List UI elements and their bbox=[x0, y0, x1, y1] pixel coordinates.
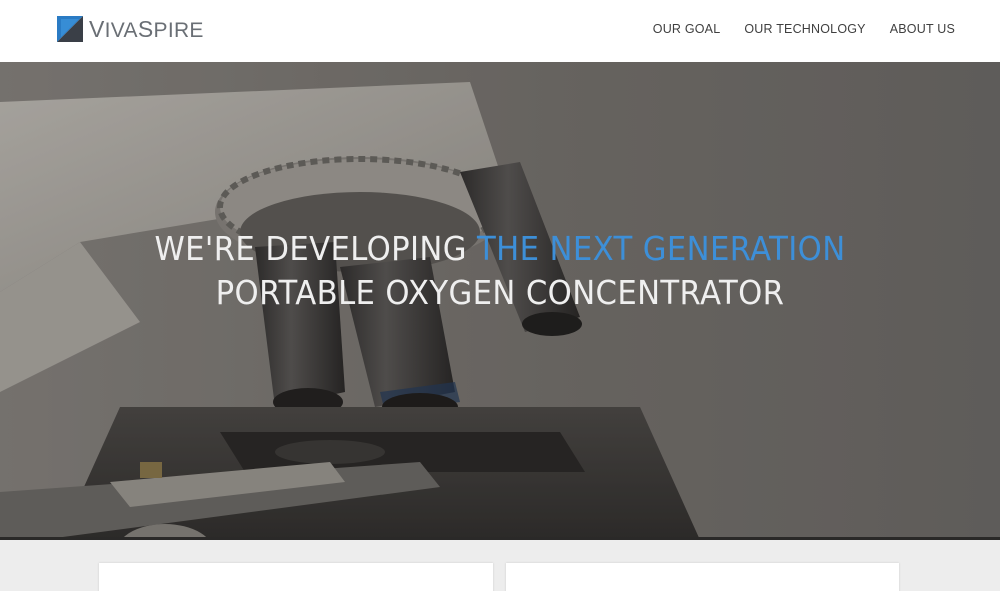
vivaspire-logo-icon bbox=[57, 16, 83, 42]
content-cards bbox=[0, 540, 1000, 591]
hero-headline: WE'RE DEVELOPING THE NEXT GENERATION POR… bbox=[35, 227, 965, 315]
headline-part1: WE'RE DEVELOPING bbox=[154, 229, 478, 268]
headline-line2: PORTABLE OXYGEN CONCENTRATOR bbox=[215, 273, 785, 312]
site-header: VIVASPIRE OUR GOAL OUR TECHNOLOGY ABOUT … bbox=[0, 0, 1000, 62]
content-card-left bbox=[99, 563, 493, 591]
nav-our-technology[interactable]: OUR TECHNOLOGY bbox=[744, 22, 865, 36]
vivaspire-logo[interactable]: VIVASPIRE bbox=[57, 14, 204, 44]
hero-banner: WE'RE DEVELOPING THE NEXT GENERATION POR… bbox=[0, 62, 1000, 540]
headline-accent: THE NEXT GENERATION bbox=[477, 229, 846, 268]
main-nav: OUR GOAL OUR TECHNOLOGY ABOUT US bbox=[629, 22, 955, 36]
nav-about-us[interactable]: ABOUT US bbox=[890, 22, 955, 36]
hero-bottom-border bbox=[0, 537, 1000, 540]
content-card-right bbox=[506, 563, 899, 591]
brand-name: VIVASPIRE bbox=[89, 15, 204, 42]
nav-our-goal[interactable]: OUR GOAL bbox=[653, 22, 721, 36]
